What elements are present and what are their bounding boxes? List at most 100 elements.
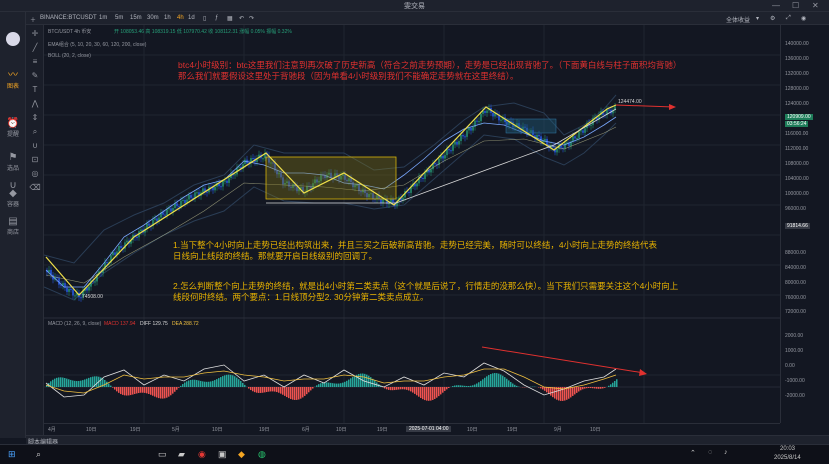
macd-legend[interactable]: MACD (12, 26, 9, close) xyxy=(48,321,101,327)
file-explorer-icon[interactable]: ▰ xyxy=(178,449,185,460)
interval-15m[interactable]: 15m xyxy=(130,15,142,21)
minimize-button[interactable]: — xyxy=(772,1,780,10)
macd-bar xyxy=(70,379,72,387)
interval-1d[interactable]: 1d xyxy=(188,15,195,21)
macd-bar xyxy=(136,387,138,394)
fib-icon[interactable]: ≡ xyxy=(29,57,41,66)
eye-icon[interactable]: ◎ xyxy=(29,169,41,178)
candle xyxy=(120,246,122,248)
macd-bar xyxy=(168,387,170,397)
settings-icon[interactable]: ⚙ xyxy=(770,15,775,22)
macd-bar xyxy=(138,387,140,394)
pattern-icon[interactable]: ⋀ xyxy=(29,99,41,108)
chart-type-icon[interactable]: ▯ xyxy=(203,15,206,22)
tray-chevron-icon[interactable]: ⌃ xyxy=(690,449,696,457)
candle xyxy=(478,121,480,123)
time-axis[interactable]: 4月 10日 19日 5月 10日 19日 6月 10日 19日 2025-07… xyxy=(44,423,780,435)
layout-icon[interactable]: ▦ xyxy=(227,15,233,22)
interval-4h[interactable]: 4h xyxy=(177,15,184,21)
window-titlebar: 雯交易 — ☐ ✕ xyxy=(0,0,829,12)
macd-bar xyxy=(240,380,242,387)
macd-bar xyxy=(514,384,516,387)
volume-icon[interactable]: ♪ xyxy=(724,449,728,456)
task-view-icon[interactable]: ▭ xyxy=(158,449,167,460)
camera-icon[interactable]: ◉ xyxy=(801,15,806,22)
sidebar-item-store[interactable]: ▤ 商店 xyxy=(3,216,23,236)
macd-bar xyxy=(112,387,114,388)
sidebar-item-chart[interactable]: 〰 图表 xyxy=(3,70,23,90)
macd-bar xyxy=(56,377,58,387)
plus-icon[interactable]: ＋ xyxy=(30,15,36,24)
trash-icon[interactable]: ⌫ xyxy=(29,183,41,192)
time-tick: 10日 xyxy=(86,427,97,433)
avatar[interactable] xyxy=(3,32,23,46)
symbol-search[interactable]: BINANCE:BTCUSDT xyxy=(40,15,97,21)
measure-icon[interactable]: ⇕ xyxy=(29,113,41,122)
close-button[interactable]: ✕ xyxy=(812,1,819,10)
chevron-down-icon[interactable]: ▾ xyxy=(756,15,759,22)
undo-icon[interactable]: ↶ xyxy=(239,15,244,22)
trading-app-icon[interactable]: ◆ xyxy=(238,449,245,460)
fullscreen-icon[interactable]: ⤢ xyxy=(786,15,791,22)
trendline-icon[interactable]: ╱ xyxy=(29,43,41,52)
candle xyxy=(172,208,174,212)
time-tick: 19日 xyxy=(259,427,270,433)
ema-legend[interactable]: EMA组合 (5, 10, 20, 30, 60, 120, 200, clos… xyxy=(48,41,146,48)
boll-lower-band xyxy=(44,122,617,301)
search-icon[interactable]: ⌕ xyxy=(36,449,41,460)
macd-bar xyxy=(186,381,188,387)
sidebar-item-label: 提醒 xyxy=(6,132,19,138)
interval-1m[interactable]: 1m xyxy=(99,15,107,21)
redo-icon[interactable]: ↷ xyxy=(249,15,254,22)
macd-bar xyxy=(616,379,618,387)
macd-bar xyxy=(406,387,408,390)
candle xyxy=(148,223,150,226)
macd-bar xyxy=(496,373,498,387)
sidebar-item-alerts[interactable]: ⏰ 提醒 xyxy=(3,118,23,138)
macd-bar xyxy=(264,387,266,393)
sidebar-item-watchlist[interactable]: ⚑ 选品 xyxy=(3,152,23,172)
price-tick: 124000.00 xyxy=(785,101,809,107)
brush-icon[interactable]: ✎ xyxy=(29,71,41,80)
chart-pane[interactable]: BTC/USDT 4h 币安 开 108053.46 高 108319.15 低… xyxy=(44,25,780,435)
price-tick: 76000.00 xyxy=(785,295,806,301)
taskbar-date[interactable]: 2025/8/14 xyxy=(774,455,801,461)
macd-bar xyxy=(594,387,596,389)
macd-bar xyxy=(338,383,340,387)
macd-bar xyxy=(234,376,236,387)
lock-icon[interactable]: ⊡ xyxy=(29,155,41,164)
macd-bar xyxy=(570,387,572,398)
app-icon-red[interactable]: ◉ xyxy=(198,449,206,460)
candle xyxy=(226,180,228,183)
interval-30m[interactable]: 30m xyxy=(147,15,159,21)
indicators-icon[interactable]: ƒ xyxy=(215,15,218,21)
macd-bar xyxy=(396,387,398,390)
high-arrow-line xyxy=(615,104,675,108)
text-icon[interactable]: T xyxy=(29,85,41,94)
zoom-icon[interactable]: ⌕ xyxy=(29,127,41,137)
crosshair-icon[interactable]: ✛ xyxy=(29,29,41,38)
sidebar-item-widgets[interactable]: ◆ 容器 xyxy=(3,188,23,208)
price-axis[interactable]: 140000.00 136000.00 132000.00 128000.00 … xyxy=(780,25,829,423)
account-dropdown[interactable]: 全体收益 xyxy=(726,15,750,24)
app-icon-dark[interactable]: ▣ xyxy=(218,449,227,460)
macd-tick: -1000.00 xyxy=(785,378,805,384)
wechat-icon[interactable]: ◍ xyxy=(258,449,266,460)
taskbar-time[interactable]: 20:03 xyxy=(780,446,795,452)
candle xyxy=(224,180,226,182)
interval-5m[interactable]: 5m xyxy=(115,15,123,21)
candle xyxy=(196,192,198,194)
macd-bar xyxy=(66,378,68,387)
macd-bar xyxy=(210,381,212,387)
boll-legend[interactable]: BOLL (20, 2, close) xyxy=(48,53,91,59)
windows-start-icon[interactable]: ⊞ xyxy=(8,449,16,460)
maximize-button[interactable]: ☐ xyxy=(792,1,799,10)
network-icon[interactable]: ◌ xyxy=(708,449,712,456)
magnet-tool-icon[interactable]: ∪ xyxy=(29,141,41,150)
interval-1h[interactable]: 1h xyxy=(164,15,171,21)
candle xyxy=(574,136,576,139)
chart-canvas[interactable] xyxy=(44,25,780,435)
macd-bar xyxy=(540,387,542,389)
candle xyxy=(94,281,96,283)
main-legend[interactable]: BTC/USDT 4h 币安 xyxy=(48,28,91,35)
